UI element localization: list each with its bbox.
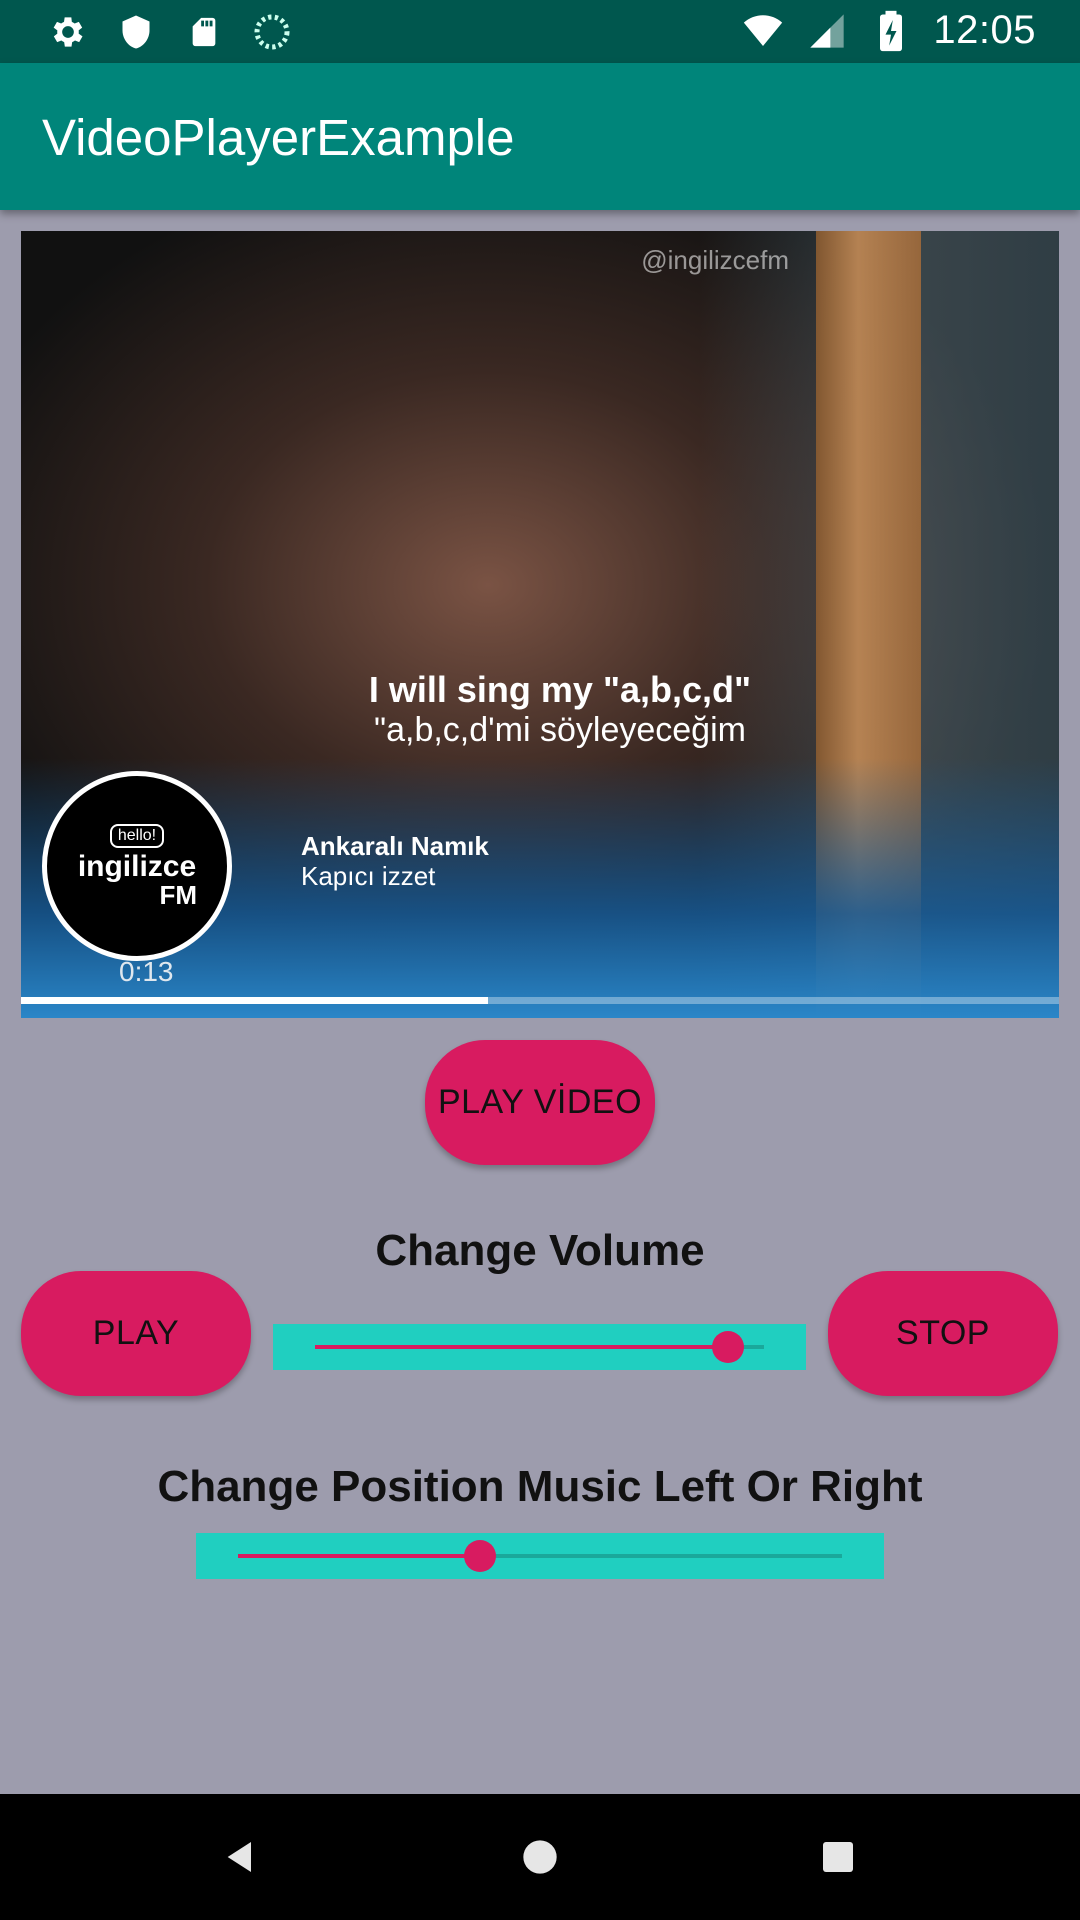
video-seek-bar[interactable] bbox=[21, 997, 1059, 1004]
sync-icon bbox=[250, 10, 294, 54]
volume-slider-thumb[interactable] bbox=[712, 1331, 745, 1363]
signal-icon bbox=[805, 9, 849, 53]
video-watermark: @ingilizcefm bbox=[641, 245, 789, 275]
logo-main-text: ingilizce bbox=[77, 850, 197, 883]
video-seek-progress bbox=[21, 997, 489, 1004]
logo-sub-text: FM bbox=[159, 880, 197, 910]
volume-slider-track bbox=[315, 1345, 764, 1349]
clock: 12:05 bbox=[933, 8, 1036, 52]
balance-slider[interactable] bbox=[196, 1533, 884, 1579]
home-icon[interactable] bbox=[505, 1822, 575, 1892]
logo-bubble: hello! bbox=[109, 824, 165, 848]
back-icon[interactable] bbox=[206, 1822, 276, 1892]
recents-icon[interactable] bbox=[803, 1822, 873, 1892]
balance-label: Change Position Music Left Or Right bbox=[157, 1462, 923, 1511]
balance-slider-track bbox=[238, 1554, 842, 1558]
volume-slider[interactable] bbox=[273, 1324, 806, 1370]
video-current-time: 0:13 bbox=[119, 956, 174, 987]
battery-charging-icon bbox=[869, 9, 913, 53]
wifi-icon bbox=[741, 9, 785, 53]
play-button[interactable]: PLAY bbox=[21, 1271, 251, 1396]
channel-logo: hello! ingilizce FM bbox=[42, 771, 232, 961]
sd-card-icon bbox=[182, 10, 226, 54]
gear-icon bbox=[46, 10, 90, 54]
play-video-button[interactable]: PLAY VİDEO bbox=[425, 1040, 655, 1165]
volume-slider-fill bbox=[315, 1345, 729, 1349]
shield-icon bbox=[114, 10, 158, 54]
balance-slider-fill bbox=[238, 1554, 480, 1558]
app-title: VideoPlayerExample bbox=[42, 109, 515, 166]
balance-slider-thumb[interactable] bbox=[463, 1540, 496, 1572]
credit-name: Ankaralı Namık bbox=[301, 831, 489, 861]
subtitle-turkish: "a,b,c,d'mi söyleyeceğim bbox=[374, 711, 746, 749]
video-player[interactable]: @ingilizcefm I will sing my "a,b,c,d" "a… bbox=[21, 231, 1059, 1018]
subtitle-english: I will sing my "a,b,c,d" bbox=[368, 669, 752, 710]
volume-label: Change Volume bbox=[375, 1226, 705, 1275]
app-bar: VideoPlayerExample bbox=[0, 63, 1080, 210]
stop-button[interactable]: STOP bbox=[828, 1271, 1058, 1396]
status-bar: 12:05 bbox=[0, 0, 1080, 63]
navigation-bar bbox=[0, 1794, 1080, 1920]
credit-role: Kapıcı izzet bbox=[301, 861, 436, 891]
